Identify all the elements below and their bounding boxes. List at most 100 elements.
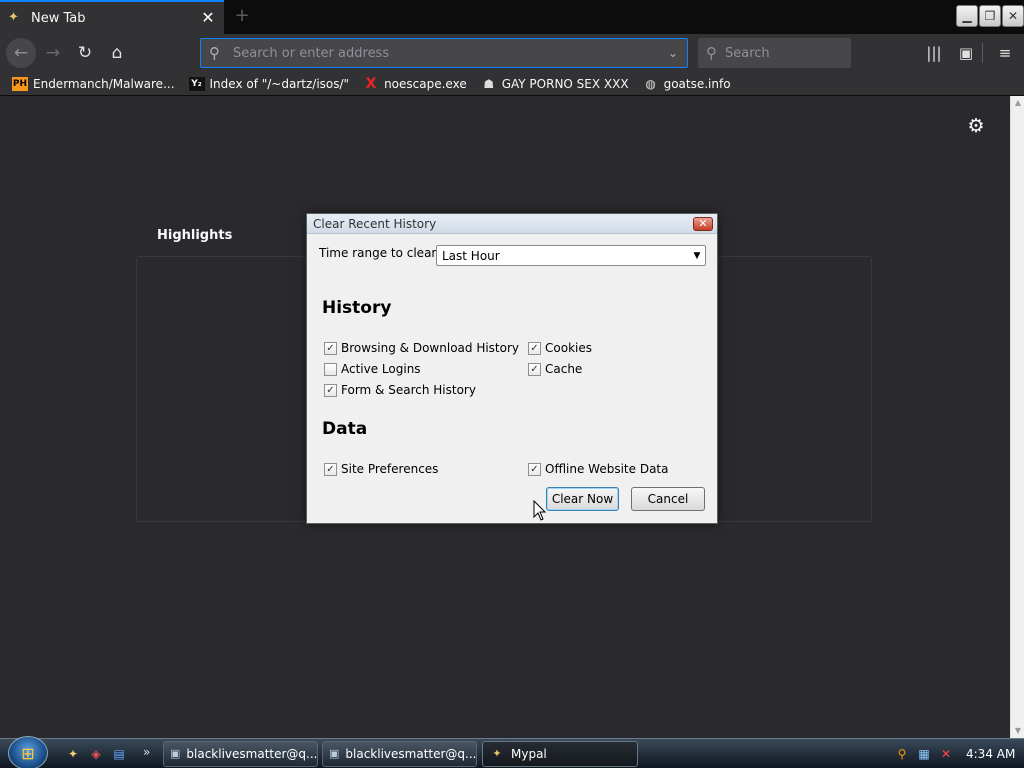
ycombinator-logo-icon: Y₂ [188, 76, 205, 91]
search-icon: ⚲ [209, 44, 220, 62]
checkbox-active-logins[interactable]: Active Logins [324, 362, 421, 376]
close-window-button[interactable]: ✕ [1002, 5, 1024, 27]
sidebar-icon[interactable]: ▣ [953, 40, 979, 66]
gear-icon[interactable]: ⚙ [966, 116, 986, 136]
bookmark-item[interactable]: X noescape.exe [361, 73, 469, 95]
mypal-quicklaunch-icon[interactable]: ✦ [64, 745, 82, 763]
clear-now-button[interactable]: Clear Now [546, 487, 619, 511]
red-x-icon: X [365, 75, 377, 92]
bookmark-label: GAY PORNO SEX XXX [501, 76, 629, 91]
hamburger-menu-icon[interactable]: ≡ [992, 40, 1018, 66]
bookmark-item[interactable]: ☗ GAY PORNO SEX XXX [479, 73, 631, 95]
chevron-down-icon[interactable]: ⌄ [659, 46, 687, 60]
restore-button[interactable]: ❐ [979, 5, 1001, 27]
forward-arrow-icon[interactable]: → [38, 38, 68, 68]
checkbox-label: Browsing & Download History [341, 341, 520, 355]
window-app-icon: ▣ [329, 747, 340, 760]
time-range-row: Time range to clear: [319, 246, 440, 260]
dialog-close-button[interactable]: ✕ [693, 217, 713, 231]
toolbar-separator [982, 43, 983, 63]
search-bar[interactable]: ⚲ [698, 38, 851, 68]
mypal-favicon-icon: ✦ [8, 10, 19, 25]
checkmark-icon: ✓ [528, 341, 541, 355]
dialog-title-bar[interactable]: Clear Recent History [307, 214, 717, 234]
tab-strip: ✦ New Tab ✕ + ▁ ❐ ✕ [0, 0, 1024, 34]
history-heading: History [322, 298, 392, 318]
pornhub-logo-icon: PH [12, 76, 28, 91]
search-icon: ⚲ [706, 44, 717, 62]
library-icon[interactable]: ||| [921, 40, 947, 66]
volume-muted-icon[interactable]: ✕ [938, 746, 954, 762]
checkbox-label: Active Logins [341, 362, 421, 376]
minimize-button[interactable]: ▁ [956, 5, 978, 27]
chevron-down-icon: ▼ [693, 250, 701, 261]
navigation-toolbar: ← → ↻ ⌂ ⚲ ⌄ ⚲ ||| ▣ ≡ [0, 34, 1024, 72]
taskbar-button-label: Mypal [511, 747, 547, 761]
url-bar[interactable]: ⚲ ⌄ [200, 38, 688, 68]
tab-close-icon[interactable]: ✕ [198, 8, 218, 28]
taskbar: ⊞ ✦ ◈ ▤ » ▣ blacklivesmatter@q... ▣ blac… [0, 736, 1024, 768]
dialog-title: Clear Recent History [313, 216, 437, 231]
checkmark-icon: ✓ [324, 462, 337, 476]
time-range-select[interactable]: Last Hour ▼ [436, 245, 706, 266]
vertical-scrollbar[interactable]: ▲ ▼ [1010, 96, 1024, 738]
taskbar-button-active[interactable]: ✦ Mypal [482, 741, 638, 767]
quicklaunch-overflow-icon[interactable]: » [143, 745, 150, 759]
checkbox-site-preferences[interactable]: ✓ Site Preferences [324, 462, 438, 476]
highlights-heading: Highlights [157, 228, 233, 243]
url-input[interactable] [233, 45, 659, 61]
bookmark-label: goatse.info [663, 76, 731, 91]
desktop-quicklaunch-icon[interactable]: ▤ [110, 745, 128, 763]
bookmark-item[interactable]: ◍ goatse.info [641, 73, 733, 95]
checkbox-cache[interactable]: ✓ Cache [528, 362, 582, 376]
time-range-label: Time range to clear: [319, 246, 441, 260]
checkmark-icon: ✓ [324, 383, 337, 397]
network-tray-icon[interactable]: ▦ [916, 746, 932, 762]
window-controls: ▁ ❐ ✕ [956, 5, 1024, 27]
window-app-icon: ▣ [170, 747, 181, 760]
data-heading: Data [322, 419, 368, 439]
checkbox-form-search-history[interactable]: ✓ Form & Search History [324, 383, 476, 397]
bookmark-item[interactable]: Y₂ Index of "/~dartz/isos/" [187, 73, 352, 95]
start-button[interactable]: ⊞ [8, 736, 48, 768]
checkbox-cookies[interactable]: ✓ Cookies [528, 341, 592, 355]
time-range-value: Last Hour [442, 248, 500, 263]
taskbar-button-label: blacklivesmatter@q... [345, 747, 477, 761]
scroll-down-arrow-icon[interactable]: ▼ [1011, 724, 1024, 738]
bookmark-label: Endermanch/Malware... [33, 76, 175, 91]
checkbox-label: Offline Website Data [545, 462, 669, 476]
reload-icon[interactable]: ↻ [70, 38, 100, 68]
clock[interactable]: 4:34 AM [966, 747, 1015, 761]
bookmarks-toolbar: PH Endermanch/Malware... Y₂ Index of "/~… [0, 72, 1024, 96]
tab-new-tab[interactable]: ✦ New Tab ✕ [0, 0, 224, 34]
checkmark-icon: ✓ [528, 362, 541, 376]
search-input[interactable] [725, 45, 851, 61]
mypal-icon: ✦ [492, 747, 502, 760]
checkmark-icon: ✓ [324, 341, 337, 355]
search-tray-icon[interactable]: ⚲ [894, 746, 910, 762]
system-tray: ⚲ ▦ ✕ 4:34 AM [888, 740, 1024, 768]
taskbar-button-label: blacklivesmatter@q... [186, 747, 318, 761]
clear-history-dialog: Clear Recent History ✕ Time range to cle… [306, 213, 718, 524]
browser-quicklaunch-icon[interactable]: ◈ [87, 745, 105, 763]
checkbox-label: Form & Search History [341, 383, 476, 397]
checkbox-label: Cookies [545, 341, 592, 355]
tab-title: New Tab [31, 10, 86, 26]
checkmark-icon: ✓ [528, 462, 541, 476]
bookmark-label: noescape.exe [384, 76, 467, 91]
checkbox-offline-website-data[interactable]: ✓ Offline Website Data [528, 462, 669, 476]
taskbar-button[interactable]: ▣ blacklivesmatter@q... [322, 741, 477, 767]
mouse-pointer-icon [533, 500, 547, 521]
new-tab-plus-icon[interactable]: + [231, 5, 253, 27]
taskbar-button[interactable]: ▣ blacklivesmatter@q... [163, 741, 318, 767]
globe-icon: ◍ [645, 76, 656, 91]
checkbox-browsing-download-history[interactable]: ✓ Browsing & Download History [324, 341, 519, 355]
home-icon[interactable]: ⌂ [102, 38, 132, 68]
cancel-button[interactable]: Cancel [631, 487, 705, 511]
scroll-up-arrow-icon[interactable]: ▲ [1011, 96, 1024, 110]
empty-checkbox-icon [324, 362, 337, 376]
checkbox-label: Site Preferences [341, 462, 439, 476]
back-arrow-icon[interactable]: ← [6, 38, 36, 68]
bookmark-item[interactable]: PH Endermanch/Malware... [10, 73, 177, 95]
ghost-icon: ☗ [483, 76, 495, 91]
